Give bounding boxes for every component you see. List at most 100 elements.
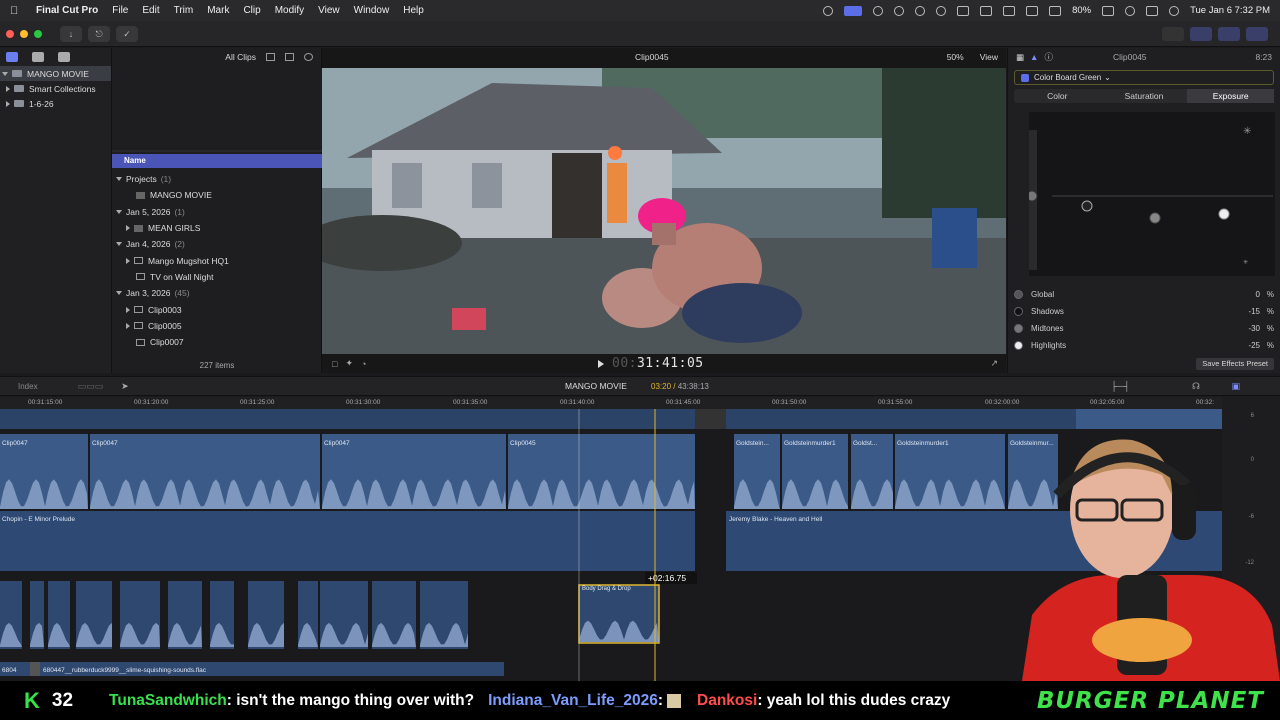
save-effects-preset-button[interactable]: Save Effects Preset [1196,358,1274,370]
library-item-mango-movie[interactable]: MANGO MOVIE [0,66,111,81]
midtones-value[interactable]: -30 [1230,324,1260,333]
global-puck[interactable] [1029,190,1038,202]
disclosure-icon[interactable] [126,322,130,329]
color-inspector-icon[interactable]: ▲ [1030,52,1038,62]
select-tool-icon[interactable]: ➤ [121,381,129,392]
highlights-value[interactable]: -25 [1230,341,1260,350]
status-icon[interactable] [936,5,947,16]
list-item[interactable]: TV on Wall Night [112,269,322,285]
clip-thumbnail[interactable] [30,662,40,676]
play-icon[interactable] [598,359,604,368]
fullscreen-icon[interactable]: ↗ [990,358,998,369]
audio-skimming-icon[interactable]: ☊ [1192,381,1200,392]
menu-view[interactable]: View [318,5,340,16]
list-item[interactable]: Clip0003 [112,301,322,317]
list-item[interactable]: Jan 5, 2026 (1) [112,204,322,220]
effect-enable-checkbox[interactable] [1021,73,1029,82]
apple-menu-icon[interactable]:  [10,5,24,17]
menu-trim[interactable]: Trim [174,5,194,16]
shadows-row[interactable]: Shadows -15% [1014,303,1274,320]
zoom-dropdown[interactable]: 50% [947,52,964,62]
volume-icon[interactable] [1026,5,1039,16]
disclosure-icon[interactable] [116,209,122,214]
disclosure-icon[interactable] [126,225,130,232]
disclosure-icon[interactable] [116,242,122,247]
library-item-smart-collections[interactable]: Smart Collections [0,81,111,96]
share-button[interactable] [1162,26,1184,41]
connected-clip-strip[interactable] [0,409,695,429]
bluetooth-icon[interactable] [1003,5,1016,16]
clip-appearance-icon[interactable] [266,53,275,61]
tab-color[interactable]: Color [1014,89,1101,103]
shadows-puck[interactable] [1081,200,1093,212]
siri-icon[interactable] [1169,5,1180,16]
list-item[interactable]: Clip0005 [112,318,322,334]
info-inspector-icon[interactable]: ⓘ [1044,51,1053,63]
app-menu[interactable]: Final Cut Pro [36,5,98,16]
list-item[interactable]: Jan 4, 2026 (2) [112,236,322,252]
list-item[interactable]: Mango Mugshot HQ1 [112,252,322,268]
global-value[interactable]: 0 [1230,290,1260,299]
clip-appearance-icon[interactable]: ▣ [1231,381,1240,392]
wifi-icon[interactable] [1049,5,1062,16]
disclosure-icon[interactable] [6,85,10,92]
shadows-value[interactable]: -15 [1230,307,1260,316]
control-center-icon[interactable] [1146,5,1159,16]
menu-file[interactable]: File [112,5,128,16]
midtones-row[interactable]: Midtones -30% [1014,320,1274,337]
timeline-toggle-button[interactable] [1218,26,1240,41]
timeline-project-name[interactable]: MANGO MOVIE [565,381,627,391]
list-item[interactable]: MEAN GIRLS [112,220,322,236]
status-icon[interactable] [894,5,905,16]
menu-clip[interactable]: Clip [243,5,260,16]
status-icon[interactable] [823,5,834,16]
exposure-board[interactable]: ✳ ✳ [1029,112,1275,276]
play-status-icon[interactable] [915,5,926,16]
viewer-timecode[interactable]: 00:31:41:05 [612,356,704,371]
photos-icon[interactable] [32,52,44,62]
screen-record-icon[interactable] [844,5,863,16]
menu-window[interactable]: Window [354,5,390,16]
menu-edit[interactable]: Edit [142,5,159,16]
menu-mark[interactable]: Mark [207,5,229,16]
disclosure-icon[interactable] [126,257,130,264]
import-button[interactable]: ↓ [60,25,82,42]
transform-tool-icon[interactable]: □ [332,359,337,369]
view-dropdown[interactable]: View [980,52,998,62]
effect-selector[interactable]: Color Board Green ⌄ [1014,70,1274,85]
list-item[interactable]: Jan 3, 2026 (45) [112,285,322,301]
battery-icon[interactable] [1102,5,1115,16]
display-icon[interactable] [980,5,993,16]
magic-wand-icon[interactable]: ✦ [345,358,353,369]
disclosure-icon[interactable] [116,177,122,182]
disclosure-icon[interactable] [6,100,10,107]
menu-modify[interactable]: Modify [275,5,304,16]
close-window-button[interactable] [6,29,14,38]
list-item[interactable]: Projects (1) [112,171,322,187]
search-icon[interactable] [1125,5,1136,16]
highlights-row[interactable]: Highlights -25% [1014,337,1274,354]
library-item-event[interactable]: 1-6-26 [0,96,111,111]
list-item[interactable]: Clip0007 [112,334,322,350]
highlights-puck[interactable] [1218,208,1230,220]
global-row[interactable]: Global 0% [1014,286,1274,303]
video-frame[interactable] [322,68,1006,354]
zoom-window-button[interactable] [34,29,42,38]
disclosure-icon[interactable] [2,71,8,76]
midtones-puck[interactable] [1149,212,1161,224]
status-icon[interactable] [957,5,970,16]
timeline-ruler[interactable]: 00:31:15:00 00:31:20:00 00:31:25:00 00:31:3… [0,397,1222,409]
background-tasks-button[interactable]: ✓ [116,25,138,42]
menu-clock[interactable]: Tue Jan 6 7:32 PM [1190,5,1270,16]
column-header-name[interactable]: Name [112,154,322,168]
video-inspector-icon[interactable]: ▦ [1016,52,1024,63]
status-icon[interactable] [873,5,884,16]
libraries-icon[interactable] [6,52,18,62]
timeline-index-button[interactable]: Index [18,382,38,391]
minimize-window-button[interactable] [20,29,28,38]
clip-filter-dropdown[interactable]: All Clips [225,52,256,62]
titles-icon[interactable] [58,52,70,62]
chevron-down-icon[interactable]: ⌄ [1104,73,1111,82]
disclosure-icon[interactable] [116,291,122,296]
library-toggle-button[interactable] [1190,26,1212,41]
